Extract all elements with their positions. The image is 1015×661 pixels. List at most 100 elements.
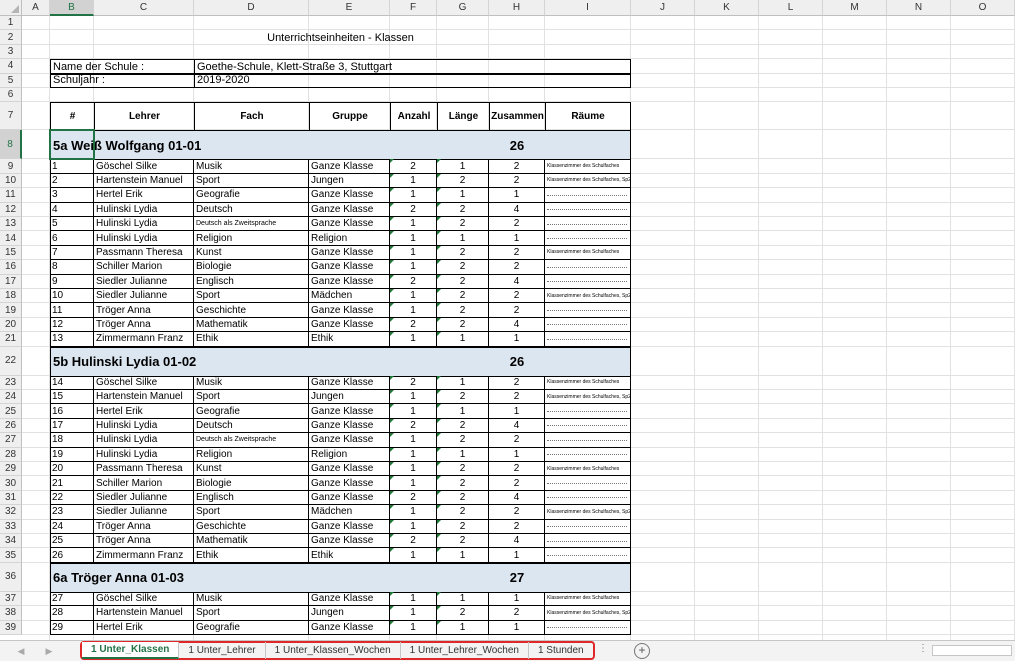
group-cell[interactable]: Ganze Klasse (309, 404, 390, 419)
teacher-cell[interactable]: Hulinski Lydia (94, 418, 194, 434)
count-cell[interactable]: 1 (390, 462, 437, 477)
length-cell[interactable]: 2 (437, 317, 489, 333)
row-number[interactable]: 28 (50, 606, 94, 621)
row-header-9[interactable]: 9 (0, 159, 22, 174)
horizontal-scrollbar[interactable] (932, 645, 1012, 656)
rooms-cell[interactable] (545, 217, 631, 232)
row-header-5[interactable]: 5 (0, 73, 22, 88)
column-header-f[interactable]: F (390, 0, 437, 16)
subject-cell[interactable]: Sport (194, 390, 309, 405)
total-cell[interactable]: 2 (489, 390, 545, 405)
total-cell[interactable]: 1 (489, 591, 545, 607)
subject-cell[interactable]: Biologie (194, 476, 309, 491)
length-cell[interactable]: 2 (437, 505, 489, 520)
rooms-cell[interactable]: Klassenzimmer des Schulfaches, Sp2 (545, 606, 631, 621)
length-cell[interactable]: 2 (437, 173, 489, 189)
teacher-cell[interactable]: Hulinski Lydia (94, 202, 194, 217)
column-header-e[interactable]: E (309, 0, 390, 16)
tab-splitter-icon[interactable]: ⋮ (918, 643, 928, 654)
teacher-cell[interactable]: Hulinski Lydia (94, 217, 194, 232)
length-cell[interactable]: 2 (437, 289, 489, 304)
length-cell[interactable]: 2 (437, 534, 489, 549)
row-header-20[interactable]: 20 (0, 317, 22, 333)
sheet-tab-3[interactable]: 1 Unter_Klassen_Wochen (266, 642, 401, 659)
subject-cell[interactable]: Sport (194, 505, 309, 520)
rooms-cell[interactable] (545, 447, 631, 462)
column-header-j[interactable]: J (631, 0, 695, 16)
sheet-tab-5[interactable]: 1 Stunden (529, 642, 593, 659)
row-header-4[interactable]: 4 (0, 59, 22, 74)
group-cell[interactable]: Ganze Klasse (309, 245, 390, 261)
group-cell[interactable]: Ganze Klasse (309, 303, 390, 318)
row-header-39[interactable]: 39 (0, 620, 22, 635)
subject-cell[interactable]: Ethik (194, 332, 309, 347)
rooms-cell[interactable] (545, 433, 631, 448)
length-cell[interactable]: 1 (437, 404, 489, 419)
subject-cell[interactable]: Kunst (194, 462, 309, 477)
teacher-cell[interactable]: Göschel Silke (94, 159, 194, 174)
total-cell[interactable]: 2 (489, 519, 545, 534)
rooms-cell[interactable]: Klassenzimmer des Schulfaches, Sp2 (545, 173, 631, 189)
count-cell[interactable]: 1 (390, 505, 437, 520)
sheet-tab-2[interactable]: 1 Unter_Lehrer (179, 642, 266, 659)
rooms-cell[interactable]: Klassenzimmer des Schulfaches (545, 159, 631, 174)
total-cell[interactable]: 1 (489, 447, 545, 462)
row-header-32[interactable]: 32 (0, 505, 22, 520)
length-cell[interactable]: 2 (437, 519, 489, 534)
total-cell[interactable]: 4 (489, 202, 545, 217)
length-cell[interactable]: 2 (437, 418, 489, 434)
teacher-cell[interactable]: Hartenstein Manuel (94, 390, 194, 405)
total-cell[interactable]: 2 (489, 505, 545, 520)
group-cell[interactable]: Ganze Klasse (309, 620, 390, 635)
rooms-cell[interactable]: Klassenzimmer des Schulfaches, Sp2 (545, 505, 631, 520)
subject-cell[interactable]: Geschichte (194, 303, 309, 318)
teacher-cell[interactable]: Schiller Marion (94, 476, 194, 491)
group-cell[interactable]: Ganze Klasse (309, 375, 390, 390)
count-cell[interactable]: 1 (390, 390, 437, 405)
row-header-38[interactable]: 38 (0, 606, 22, 621)
group-cell[interactable]: Ganze Klasse (309, 418, 390, 434)
teacher-cell[interactable]: Siedler Julianne (94, 289, 194, 304)
length-cell[interactable]: 1 (437, 447, 489, 462)
length-cell[interactable]: 2 (437, 217, 489, 232)
teacher-cell[interactable]: Schiller Marion (94, 260, 194, 275)
row-header-33[interactable]: 33 (0, 519, 22, 534)
total-cell[interactable]: 1 (489, 548, 545, 563)
rooms-cell[interactable] (545, 548, 631, 563)
rooms-cell[interactable]: Klassenzimmer des Schulfaches (545, 375, 631, 390)
row-header-30[interactable]: 30 (0, 476, 22, 491)
subject-cell[interactable]: Sport (194, 289, 309, 304)
length-cell[interactable]: 2 (437, 476, 489, 491)
rooms-cell[interactable] (545, 188, 631, 203)
group-cell[interactable]: Ganze Klasse (309, 490, 390, 506)
row-number[interactable]: 21 (50, 476, 94, 491)
total-cell[interactable]: 1 (489, 404, 545, 419)
row-header-17[interactable]: 17 (0, 274, 22, 289)
group-cell[interactable]: Ganze Klasse (309, 260, 390, 275)
add-sheet-icon[interactable]: + (634, 643, 650, 659)
rooms-cell[interactable] (545, 534, 631, 549)
row-number[interactable]: 11 (50, 303, 94, 318)
length-cell[interactable]: 2 (437, 606, 489, 621)
count-cell[interactable]: 1 (390, 404, 437, 419)
rooms-cell[interactable]: Klassenzimmer des Schulfaches (545, 591, 631, 607)
row-header-29[interactable]: 29 (0, 462, 22, 477)
group-cell[interactable]: Ganze Klasse (309, 519, 390, 534)
row-number[interactable]: 10 (50, 289, 94, 304)
subject-cell[interactable]: Religion (194, 231, 309, 246)
row-header-27[interactable]: 27 (0, 433, 22, 448)
row-number[interactable]: 29 (50, 620, 94, 635)
count-cell[interactable]: 1 (390, 188, 437, 203)
teacher-cell[interactable]: Göschel Silke (94, 375, 194, 390)
subject-cell[interactable]: Ethik (194, 548, 309, 563)
length-cell[interactable]: 2 (437, 490, 489, 506)
count-cell[interactable]: 2 (390, 317, 437, 333)
row-header-35[interactable]: 35 (0, 548, 22, 563)
total-cell[interactable]: 2 (489, 375, 545, 390)
subject-cell[interactable]: Englisch (194, 490, 309, 506)
count-cell[interactable]: 1 (390, 245, 437, 261)
teacher-cell[interactable]: Hartenstein Manuel (94, 606, 194, 621)
row-header-13[interactable]: 13 (0, 217, 22, 232)
teacher-cell[interactable]: Siedler Julianne (94, 490, 194, 506)
teacher-cell[interactable]: Siedler Julianne (94, 274, 194, 289)
